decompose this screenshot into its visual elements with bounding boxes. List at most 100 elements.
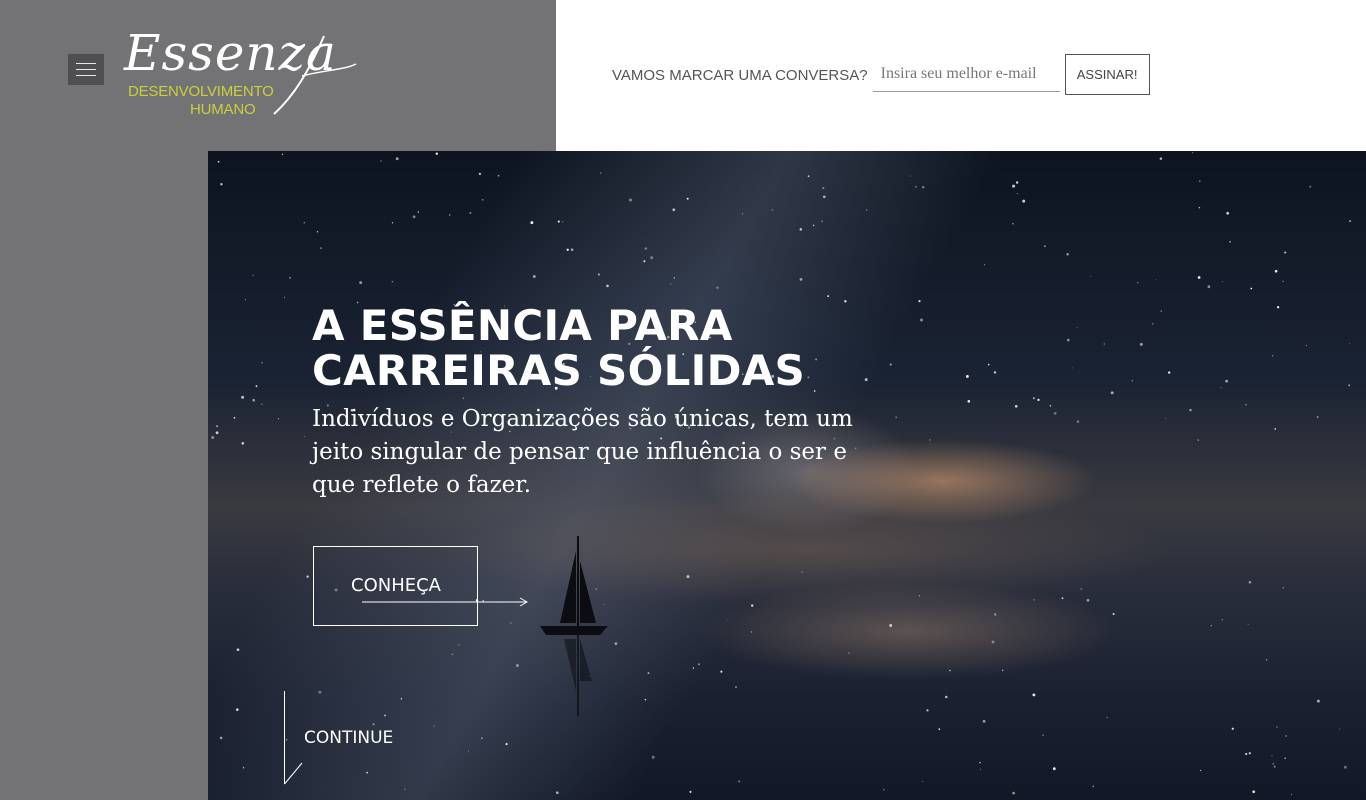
star <box>277 418 280 420</box>
star <box>1285 735 1287 737</box>
star <box>1052 767 1056 771</box>
star <box>651 755 655 759</box>
star <box>1168 371 1171 374</box>
star <box>1245 403 1247 406</box>
star <box>510 622 512 624</box>
star <box>515 664 519 667</box>
star <box>320 247 322 249</box>
star <box>1053 412 1057 415</box>
star <box>1033 599 1035 601</box>
know-more-button[interactable]: CONHEÇA <box>313 546 529 626</box>
star <box>1043 245 1046 248</box>
star <box>219 736 223 740</box>
star <box>982 719 986 723</box>
star <box>462 397 465 399</box>
star <box>1076 327 1078 328</box>
continue-scroll-button[interactable]: CONTINUE <box>284 691 424 786</box>
star <box>920 318 923 322</box>
star <box>1282 280 1284 283</box>
star <box>993 371 997 374</box>
star <box>391 222 394 224</box>
star <box>1276 306 1280 309</box>
star <box>303 221 306 224</box>
star <box>241 442 245 445</box>
star <box>938 728 941 731</box>
star <box>921 185 925 189</box>
star <box>1316 416 1319 418</box>
star <box>1012 223 1014 225</box>
star <box>606 284 609 288</box>
star <box>433 725 435 727</box>
continue-label: CONTINUE <box>304 728 394 748</box>
star <box>822 187 825 190</box>
star <box>895 416 897 418</box>
star <box>1197 276 1201 279</box>
star <box>1252 790 1256 794</box>
star <box>1226 211 1230 215</box>
star <box>980 768 981 770</box>
star <box>1309 185 1312 188</box>
star <box>1265 658 1268 661</box>
logo[interactable]: Essenza DESENVOLVIMENTO HUMANO <box>124 24 364 118</box>
star <box>380 160 382 162</box>
star <box>883 788 885 791</box>
star <box>1071 367 1073 369</box>
star <box>949 669 951 672</box>
star <box>848 652 850 654</box>
star <box>987 363 990 366</box>
star <box>255 385 258 388</box>
hero-title-line2: CARREIRAS SÓLIDAS <box>312 346 806 395</box>
star <box>532 275 536 278</box>
star <box>979 761 981 764</box>
star <box>1349 220 1352 223</box>
star <box>570 248 574 252</box>
star <box>1207 285 1211 289</box>
star <box>827 295 830 298</box>
star <box>530 221 534 225</box>
star <box>1131 380 1133 382</box>
hero-title-line1: A ESSÊNCIA PARA <box>312 301 733 350</box>
star <box>497 174 500 177</box>
subscribe-button[interactable]: ASSINAR! <box>1064 54 1150 95</box>
star <box>1248 752 1251 755</box>
star <box>751 604 754 607</box>
star <box>1284 757 1286 760</box>
star <box>242 767 245 769</box>
star <box>686 575 690 579</box>
star <box>1348 384 1351 387</box>
star <box>359 281 363 285</box>
star <box>1037 398 1040 402</box>
star <box>391 281 393 283</box>
newsletter-label: VAMOS MARCAR UMA CONVERSA? <box>612 67 868 84</box>
star <box>1284 251 1287 254</box>
star <box>1200 769 1202 772</box>
star <box>281 153 284 155</box>
star <box>1272 762 1275 765</box>
star <box>1012 184 1016 188</box>
star <box>801 571 803 573</box>
logo-subtitle-line2: HUMANO <box>190 101 256 118</box>
star <box>914 185 917 188</box>
star <box>865 209 868 211</box>
star <box>1225 379 1229 383</box>
star <box>1015 181 1019 184</box>
star <box>1012 791 1015 795</box>
star <box>799 278 803 281</box>
star <box>692 667 695 669</box>
email-input[interactable] <box>872 57 1060 92</box>
star <box>1290 794 1292 796</box>
star <box>1274 269 1278 273</box>
star <box>727 618 729 620</box>
star <box>252 274 254 276</box>
star <box>1274 428 1277 430</box>
star <box>1271 755 1273 756</box>
star <box>284 296 286 298</box>
star <box>1165 418 1167 420</box>
star <box>1066 338 1070 342</box>
star <box>1220 387 1222 389</box>
star <box>562 221 564 223</box>
hamburger-menu-icon[interactable] <box>68 54 104 85</box>
star <box>211 436 215 439</box>
newsletter-form: VAMOS MARCAR UMA CONVERSA? ASSINAR! <box>612 54 1150 95</box>
star <box>647 672 650 675</box>
